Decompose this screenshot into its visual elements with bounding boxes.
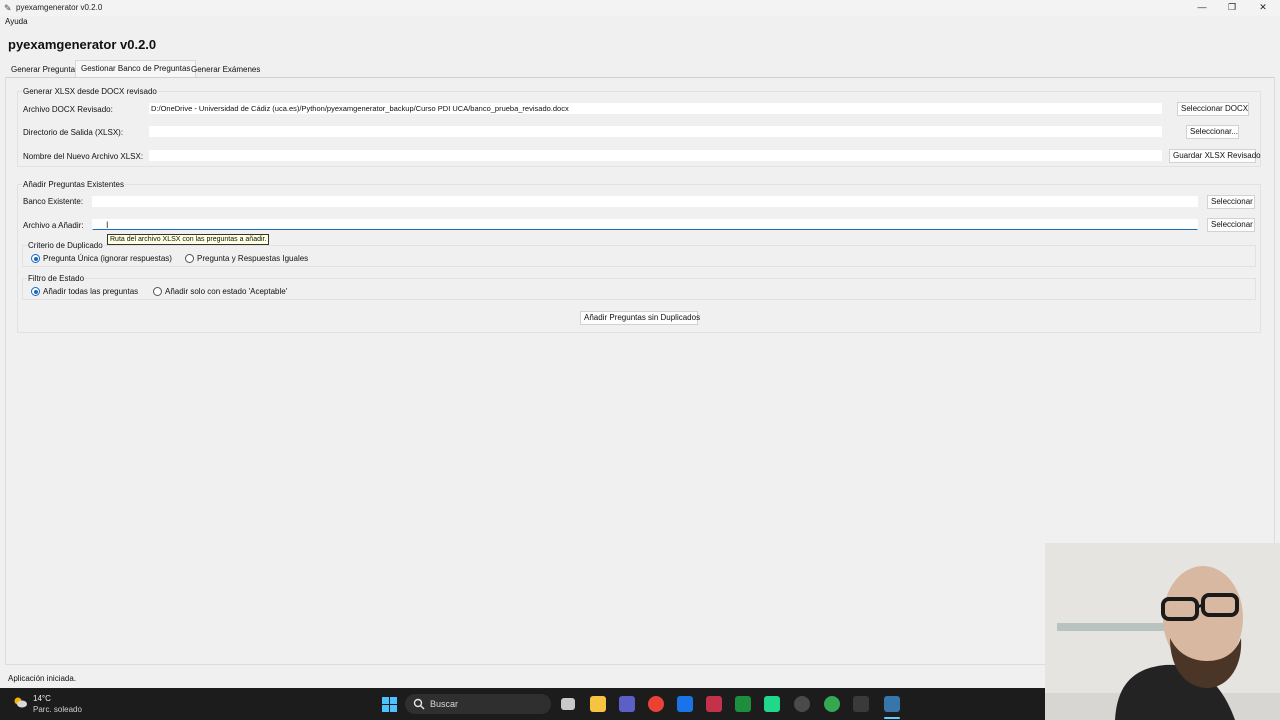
windows-start-icon[interactable] — [382, 697, 397, 712]
select-outdir-button[interactable]: Seleccionar... — [1186, 125, 1239, 139]
outdir-input[interactable] — [149, 126, 1162, 137]
app-feather-icon: ✎ — [4, 3, 12, 13]
radio-add-acceptable-label[interactable]: Añadir solo con estado 'Aceptable' — [165, 287, 287, 296]
radio-add-all[interactable] — [31, 287, 40, 296]
duplicate-criterion-title: Criterio de Duplicado — [27, 241, 104, 250]
app-heading: pyexamgenerator v0.2.0 — [8, 37, 157, 52]
radio-add-acceptable[interactable] — [153, 287, 162, 296]
search-placeholder: Buscar — [430, 699, 459, 709]
radio-unique-question[interactable] — [31, 254, 40, 263]
radio-question-and-answers-label[interactable]: Pregunta y Respuestas Iguales — [197, 254, 308, 263]
filename-input[interactable] — [149, 150, 1162, 161]
taskbar: 14°C Parc. soleado Buscar — [0, 688, 1045, 720]
terminal-icon[interactable] — [853, 696, 869, 712]
taskbar-search[interactable]: Buscar — [405, 694, 551, 714]
weather-icon[interactable] — [13, 696, 27, 708]
file-to-add-input[interactable] — [92, 219, 1198, 230]
tab-generar-examenes[interactable]: Generar Exámenes — [186, 62, 265, 77]
maximize-button[interactable]: ❐ — [1217, 1, 1247, 14]
window-titlebar: ✎ pyexamgenerator v0.2.0 — ❐ ✕ — [0, 0, 1280, 16]
select-docx-button[interactable]: Seleccionar DOCX — [1177, 102, 1249, 116]
weather-temperature[interactable]: 14°C — [33, 694, 51, 703]
file-to-add-tooltip: Ruta del archivo XLSX con las preguntas … — [107, 234, 270, 245]
tab-gestionar-banco[interactable]: Gestionar Banco de Preguntas — [75, 60, 197, 77]
status-filter-title: Filtro de Estado — [27, 274, 86, 283]
radio-unique-question-label[interactable]: Pregunta Única (ignorar respuestas) — [43, 254, 172, 263]
save-xlsx-button[interactable]: Guardar XLSX Revisado — [1169, 149, 1261, 163]
close-button[interactable]: ✕ — [1248, 1, 1278, 14]
chrome-icon[interactable] — [648, 696, 664, 712]
radio-add-all-label[interactable]: Añadir todas las preguntas — [43, 287, 138, 296]
filename-label: Nombre del Nuevo Archivo XLSX: — [23, 152, 144, 161]
teams-icon[interactable] — [619, 696, 635, 712]
status-text: Aplicación iniciada. — [8, 674, 77, 683]
text-cursor-icon: I — [106, 220, 109, 230]
group-generate-xlsx-title: Generar XLSX desde DOCX revisado — [22, 87, 158, 96]
radio-question-and-answers[interactable] — [185, 254, 194, 263]
docx-path-input[interactable]: D:/OneDrive - Universidad de Cádiz (uca.… — [149, 103, 1162, 114]
file-explorer-icon[interactable] — [590, 696, 606, 712]
presenter-image — [1045, 543, 1280, 720]
add-questions-button[interactable]: Añadir Preguntas sin Duplicados — [580, 311, 700, 325]
minimize-button[interactable]: — — [1187, 1, 1217, 14]
mendeley-icon[interactable] — [706, 696, 722, 712]
select-file-button[interactable]: Seleccionar — [1207, 218, 1255, 232]
search-icon — [413, 698, 425, 710]
group-add-existing-title: Añadir Preguntas Existentes — [22, 180, 125, 189]
window-title: pyexamgenerator v0.2.0 — [16, 3, 103, 12]
select-bank-button[interactable]: Seleccionar — [1207, 195, 1255, 209]
weather-description[interactable]: Parc. soleado — [33, 705, 82, 714]
tab-generar-preguntas[interactable]: Generar Preguntas — [6, 62, 84, 77]
bank-input[interactable] — [92, 196, 1198, 207]
pycharm-icon[interactable] — [764, 696, 780, 712]
github-icon[interactable] — [794, 696, 810, 712]
webcam-overlay — [1045, 543, 1280, 720]
task-view-icon[interactable] — [561, 698, 575, 710]
outdir-label: Directorio de Salida (XLSX): — [23, 128, 124, 137]
menubar: Ayuda — [0, 16, 1280, 28]
active-app-indicator — [884, 717, 900, 719]
chrome-profile-icon[interactable] — [824, 696, 840, 712]
python-icon[interactable] — [884, 696, 900, 712]
file-to-add-label: Archivo a Añadir: — [23, 221, 84, 230]
excel-icon[interactable] — [735, 696, 751, 712]
menu-help[interactable]: Ayuda — [5, 17, 28, 26]
bank-label: Banco Existente: — [23, 197, 84, 206]
docx-label: Archivo DOCX Revisado: — [23, 105, 113, 114]
outlook-icon[interactable] — [677, 696, 693, 712]
